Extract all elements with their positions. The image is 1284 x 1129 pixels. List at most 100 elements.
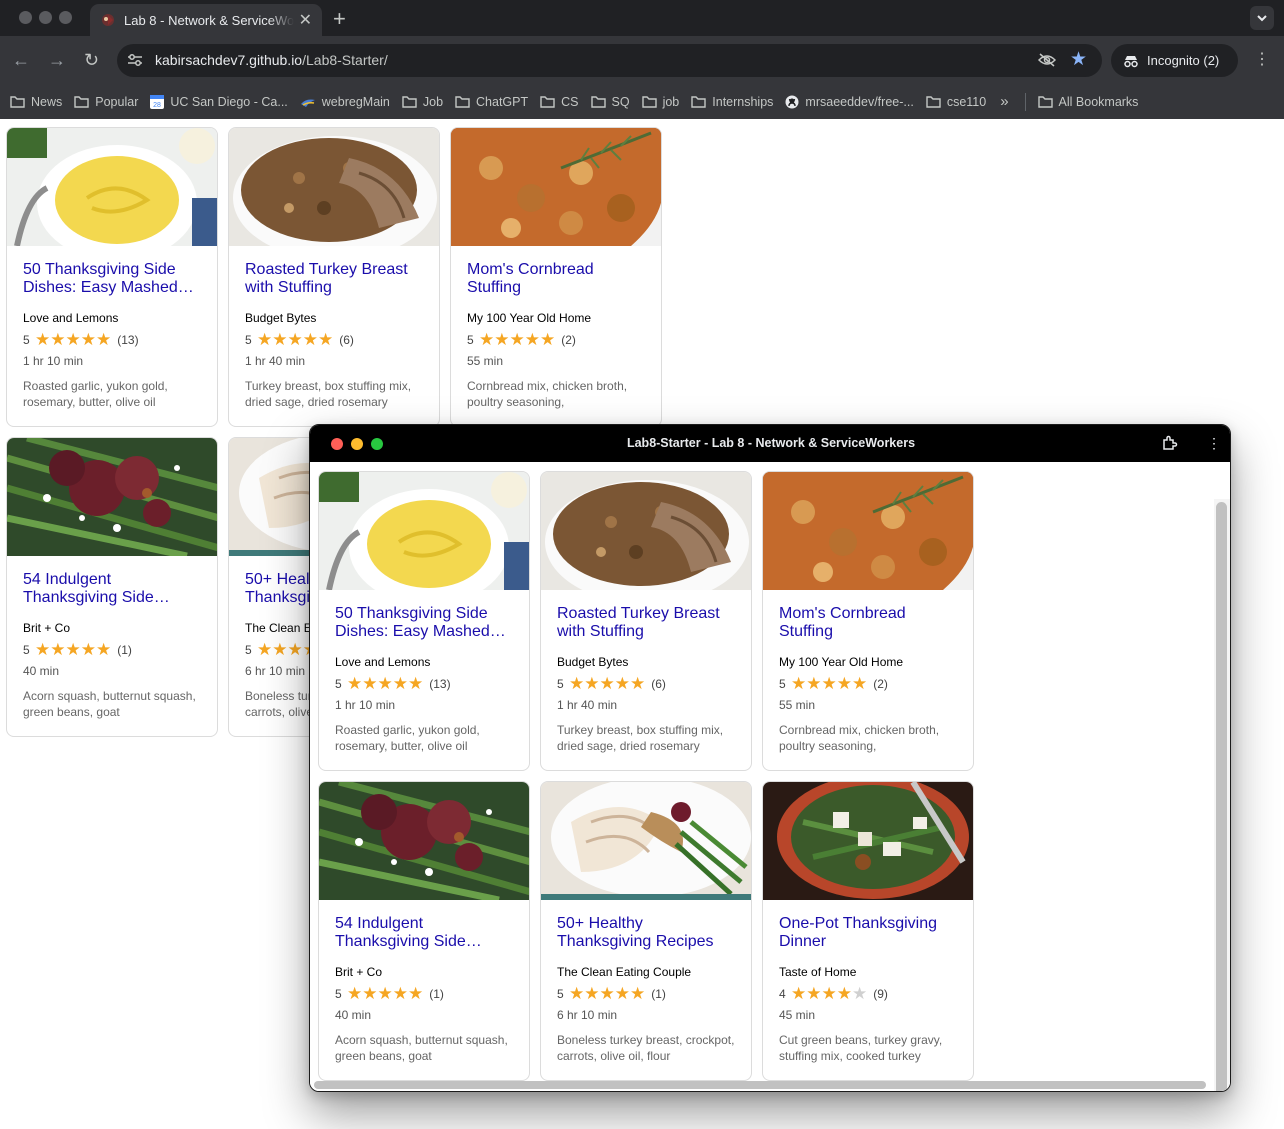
bookmark-job[interactable]: job bbox=[641, 94, 680, 109]
star-icon: ★ bbox=[584, 984, 600, 1003]
bookmark-github[interactable]: mrsaeeddev/free-... bbox=[785, 94, 914, 109]
recipe-title-link[interactable]: Mom's Cornbread Stuffing bbox=[779, 605, 957, 641]
bookmark-label: UC San Diego - Ca... bbox=[170, 94, 288, 109]
bookmark-internships[interactable]: Internships bbox=[691, 95, 773, 109]
star-icon: ★ bbox=[362, 984, 378, 1003]
close-window-icon[interactable] bbox=[19, 11, 32, 24]
recipe-card: 50 Thanksgiving Side Dishes: Easy Mashed… bbox=[318, 471, 530, 771]
star-icon: ★ bbox=[347, 984, 363, 1003]
rating-value: 4 bbox=[779, 986, 786, 1001]
all-bookmarks-button[interactable]: All Bookmarks bbox=[1037, 95, 1138, 109]
star-icon: ★ bbox=[479, 330, 495, 349]
bookmark-webreg[interactable]: webregMain bbox=[300, 95, 390, 109]
recipe-title-link[interactable]: Roasted Turkey Breast with Stuffing bbox=[557, 605, 735, 641]
star-icon: ★ bbox=[599, 984, 615, 1003]
recipe-title-link[interactable]: 50 Thanksgiving Side Dishes: Easy Mashed… bbox=[335, 605, 513, 641]
star-icon: ★ bbox=[836, 984, 852, 1003]
bookmark-star-icon[interactable]: ★ bbox=[1070, 50, 1087, 70]
extensions-icon[interactable] bbox=[1162, 435, 1178, 456]
rating-stars: ★★★★★ bbox=[569, 985, 645, 1002]
bookmark-label: job bbox=[662, 94, 680, 109]
folder-icon bbox=[74, 95, 89, 108]
bookmark-chatgpt[interactable]: ChatGPT bbox=[455, 95, 528, 109]
recipe-card: 50 Thanksgiving Side Dishes: Easy Mashed… bbox=[6, 127, 218, 427]
recipe-card: Roasted Turkey Breast with Stuffing Budge… bbox=[540, 471, 752, 771]
pwa-content: 50 Thanksgiving Side Dishes: Easy Mashed… bbox=[310, 462, 1230, 1091]
tab-active[interactable]: Lab 8 - Network & ServiceWorkers ✕ bbox=[90, 4, 322, 36]
star-icon: ★ bbox=[408, 674, 424, 693]
recipe-title-link[interactable]: 54 Indulgent Thanksgiving Side Dishes bbox=[335, 915, 513, 951]
rating-value: 5 bbox=[557, 676, 564, 691]
recipe-title-link[interactable]: 54 Indulgent Thanksgiving Side Dishes bbox=[23, 571, 201, 607]
incognito-icon bbox=[1124, 55, 1138, 67]
url-text: kabirsachdev7.github.io/Lab8-Starter/ bbox=[155, 52, 388, 68]
bookmark-label: Internships bbox=[712, 94, 774, 109]
browser-menu-icon[interactable]: ⋮ bbox=[1254, 50, 1270, 70]
star-icon: ★ bbox=[377, 984, 393, 1003]
pwa-recipe-grid: 50 Thanksgiving Side Dishes: Easy Mashed… bbox=[318, 471, 974, 1081]
star-icon: ★ bbox=[80, 640, 96, 659]
site-settings-icon[interactable] bbox=[127, 53, 143, 72]
star-icon: ★ bbox=[614, 984, 630, 1003]
star-icon: ★ bbox=[257, 330, 273, 349]
incognito-button[interactable]: Incognito (2) bbox=[1111, 44, 1238, 77]
recipe-card-body: 54 Indulgent Thanksgiving Side Dishes Bri… bbox=[7, 556, 217, 720]
reload-icon[interactable]: ↻ bbox=[84, 50, 99, 70]
tab-search-icon[interactable] bbox=[1250, 6, 1274, 30]
rating-stars: ★★★★★ bbox=[791, 675, 867, 692]
review-count: (1) bbox=[117, 642, 132, 657]
bookmarks-overflow-icon[interactable]: » bbox=[1000, 93, 1008, 110]
recipe-title-link[interactable]: Mom's Cornbread Stuffing bbox=[467, 261, 645, 297]
url-host: kabirsachdev7.github.io bbox=[155, 52, 303, 68]
bookmark-cs[interactable]: CS bbox=[540, 95, 579, 109]
bookmark-label: mrsaeeddev/free-... bbox=[805, 94, 914, 109]
review-count: (13) bbox=[429, 676, 451, 691]
github-icon bbox=[785, 95, 799, 108]
star-icon: ★ bbox=[540, 330, 556, 349]
back-icon[interactable]: ← bbox=[12, 50, 30, 70]
star-icon: ★ bbox=[65, 640, 81, 659]
star-icon: ★ bbox=[80, 330, 96, 349]
tracking-protection-eye-icon[interactable] bbox=[1037, 52, 1057, 73]
tab-strip: Lab 8 - Network & ServiceWorkers ✕ + bbox=[0, 0, 1284, 36]
zoom-window-icon[interactable] bbox=[59, 11, 72, 24]
rating-value: 5 bbox=[557, 986, 564, 1001]
pwa-menu-icon[interactable]: ⋮ bbox=[1207, 434, 1221, 452]
recipe-title-link[interactable]: One-Pot Thanksgiving Dinner bbox=[779, 915, 957, 951]
recipe-title-link[interactable]: 50+ Healthy Thanksgiving Recipes bbox=[557, 915, 735, 951]
bookmark-job-folder[interactable]: Job bbox=[402, 95, 443, 109]
horizontal-scrollbar[interactable] bbox=[314, 1081, 1206, 1089]
minimize-window-icon[interactable] bbox=[39, 11, 52, 24]
recipe-time: 40 min bbox=[335, 1008, 372, 1022]
bookmark-sq[interactable]: SQ bbox=[590, 95, 630, 109]
folder-icon bbox=[402, 95, 417, 108]
rating-value: 5 bbox=[335, 676, 342, 691]
bookmarks-bar: News Popular 28 UC San Diego - Ca... webr… bbox=[0, 84, 1284, 119]
star-icon: ★ bbox=[614, 674, 630, 693]
calendar-icon: 28 bbox=[150, 94, 165, 109]
bookmark-ucsd-calendar[interactable]: 28 UC San Diego - Ca... bbox=[150, 94, 288, 109]
star-icon: ★ bbox=[569, 984, 585, 1003]
forward-icon[interactable]: → bbox=[48, 50, 66, 70]
close-tab-icon[interactable]: ✕ bbox=[299, 10, 312, 30]
star-icon: ★ bbox=[377, 674, 393, 693]
star-icon: ★ bbox=[347, 674, 363, 693]
recipe-title-link[interactable]: Roasted Turkey Breast with Stuffing bbox=[245, 261, 423, 297]
recipe-rating: 5★★★★★(1) bbox=[557, 985, 735, 1002]
star-icon: ★ bbox=[50, 640, 66, 659]
address-bar[interactable]: kabirsachdev7.github.io/Lab8-Starter/ ★ bbox=[117, 44, 1102, 77]
star-icon: ★ bbox=[806, 984, 822, 1003]
recipe-card: One-Pot Thanksgiving Dinner Taste of Home… bbox=[762, 781, 974, 1081]
bookmark-cse110[interactable]: cse110 bbox=[926, 95, 986, 109]
recipe-ingredients: Roasted garlic, yukon gold, rosemary, bu… bbox=[335, 723, 480, 753]
recipe-title-link[interactable]: 50 Thanksgiving Side Dishes: Easy Mashed… bbox=[23, 261, 201, 297]
bookmark-popular[interactable]: Popular bbox=[74, 95, 138, 109]
vertical-scrollbar[interactable] bbox=[1216, 502, 1227, 1091]
star-icon: ★ bbox=[35, 640, 51, 659]
star-icon: ★ bbox=[584, 674, 600, 693]
new-tab-icon[interactable]: + bbox=[333, 6, 346, 32]
star-icon: ★ bbox=[287, 330, 303, 349]
star-icon: ★ bbox=[272, 640, 288, 659]
rating-stars: ★★★★★ bbox=[257, 331, 333, 348]
bookmark-news[interactable]: News bbox=[10, 95, 62, 109]
